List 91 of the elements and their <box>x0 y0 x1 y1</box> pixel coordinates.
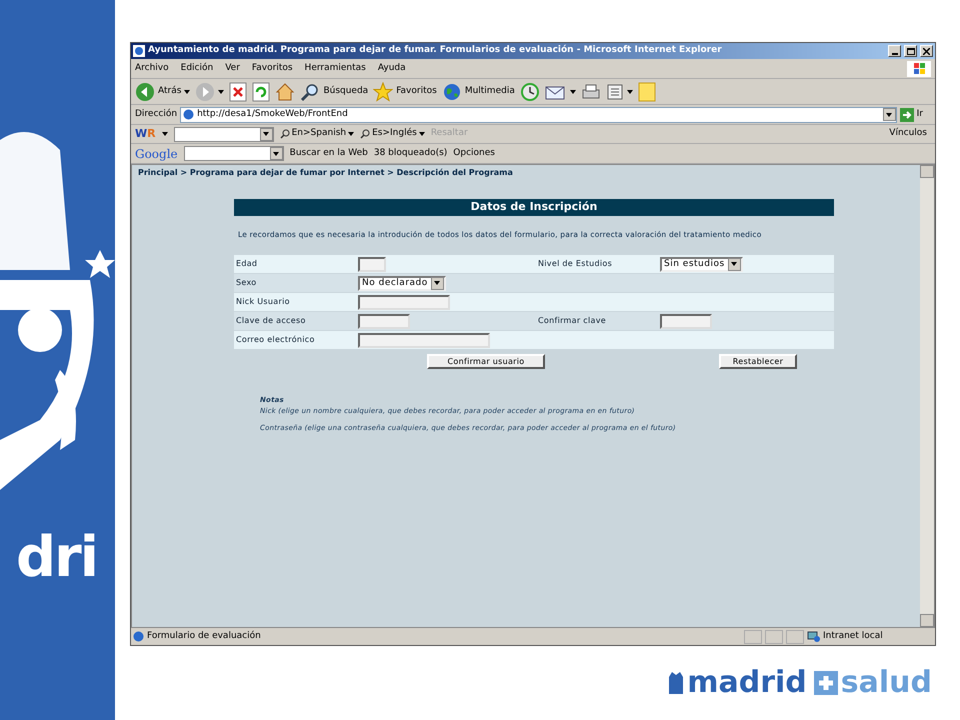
windows-flag-icon <box>907 60 931 76</box>
form-button[interactable]: Confirmar usuario <box>427 354 545 370</box>
caret-icon <box>886 112 892 116</box>
caret-icon <box>434 281 440 286</box>
crest-icon <box>668 671 684 695</box>
options-button[interactable]: Opciones <box>453 146 495 160</box>
caret-icon <box>626 90 633 94</box>
globe-icon[interactable] <box>442 82 462 102</box>
field-label: Sexo <box>235 277 258 290</box>
search-icon[interactable] <box>300 82 320 102</box>
field-label: Correo electrónico <box>235 334 316 346</box>
status-pane <box>786 630 804 644</box>
caret-icon <box>263 132 270 136</box>
select-field[interactable]: Sin estudios <box>660 256 743 272</box>
search-icon <box>280 129 290 139</box>
text-input[interactable] <box>358 332 490 348</box>
dropdown-button[interactable] <box>430 276 444 290</box>
caret-icon <box>273 152 280 156</box>
google-logo[interactable]: Google <box>135 144 178 162</box>
printer-icon[interactable] <box>580 82 601 102</box>
search-icon <box>360 129 370 139</box>
madrid-logo-text: madrid <box>687 668 807 698</box>
translate-button[interactable]: Es>Inglés <box>372 127 417 141</box>
search-field[interactable] <box>174 126 274 142</box>
menu-item[interactable]: Favoritos <box>252 62 293 76</box>
zone-text: Intranet local <box>823 630 884 643</box>
select-field[interactable]: No declarado <box>358 276 446 291</box>
dropdown-button[interactable] <box>882 108 896 121</box>
minimize-button[interactable] <box>888 45 901 57</box>
caret-icon <box>218 90 224 94</box>
status-text: Formulario de evaluación <box>147 630 262 643</box>
cross-icon <box>814 671 838 695</box>
caret-icon <box>348 132 354 136</box>
maximize-button[interactable] <box>904 45 917 57</box>
toolbar-label[interactable]: Favoritos <box>396 84 437 98</box>
form-button[interactable]: Restablecer <box>719 354 797 370</box>
text-input[interactable] <box>358 256 386 272</box>
popup-blocker-button[interactable]: 38 bloqueado(s) <box>374 146 448 160</box>
toolbar-label[interactable]: Búsqueda <box>323 84 368 98</box>
caret-icon <box>418 132 425 136</box>
dropdown-button[interactable] <box>260 128 273 140</box>
links-label[interactable]: Vínculos <box>889 127 931 141</box>
menu-item[interactable]: Archivo <box>135 62 169 76</box>
google-search-field[interactable] <box>184 146 284 161</box>
text-input[interactable] <box>358 294 450 310</box>
address-label: Dirección <box>135 108 178 121</box>
web-search-button[interactable]: Buscar en la Web <box>290 146 368 160</box>
history-icon[interactable] <box>520 82 540 102</box>
menu-item[interactable]: Ver <box>225 62 240 76</box>
translate-button[interactable]: En>Spanish <box>292 127 346 141</box>
menu-item[interactable]: Edición <box>180 62 214 76</box>
document-icon[interactable] <box>606 82 624 102</box>
caret-icon <box>731 262 738 266</box>
status-pane <box>765 630 783 644</box>
dropdown-button[interactable] <box>728 258 741 271</box>
address-field[interactable]: http://desa1/SmokeWeb/FrontEnd <box>180 106 897 122</box>
field-label: Confirmar clave <box>537 315 607 328</box>
field-label: Nick Usuario <box>235 296 291 308</box>
dropdown-button[interactable] <box>270 147 283 160</box>
go-link[interactable]: Ir <box>916 108 931 122</box>
text-input[interactable] <box>660 314 712 329</box>
network-icon <box>807 630 820 642</box>
menu-item[interactable]: Ayuda <box>378 62 406 76</box>
breadcrumb: Principal > Programa para dejar de fumar por Internet > Descripción del Programa <box>138 167 514 179</box>
salud-logo-text: salud <box>840 668 932 698</box>
caret-icon <box>184 90 190 94</box>
caret-icon <box>162 132 168 136</box>
home-icon[interactable] <box>275 82 296 102</box>
field-label: Clave de acceso <box>235 315 307 328</box>
toolbar-label[interactable]: Atrás <box>158 84 182 98</box>
page-icon <box>133 631 144 642</box>
field-label: Nivel de Estudios <box>537 258 614 270</box>
browser-icon <box>133 45 145 57</box>
form-heading: Datos de Inscripción <box>234 199 834 216</box>
scrollbar[interactable] <box>920 165 934 627</box>
menu-item[interactable]: Herramientas <box>304 62 366 76</box>
close-icon <box>923 48 930 54</box>
close-button[interactable] <box>920 45 933 57</box>
page-icon <box>183 109 194 120</box>
window-title: Ayuntamiento de madrid. Programa para dejar de fumar. Formularios de evaluación - Microsoft Internet Explorer <box>148 44 723 58</box>
toolbar-label[interactable]: Multimedia <box>464 84 515 98</box>
logo-text: dri <box>16 530 97 586</box>
field-label: Edad <box>235 258 258 270</box>
go-arrow-icon[interactable] <box>900 108 914 122</box>
status-pane <box>744 630 762 644</box>
wr-logo[interactable]: WR <box>135 126 156 142</box>
refresh-icon[interactable] <box>252 82 270 102</box>
caret-icon <box>570 90 576 94</box>
text-input[interactable] <box>358 314 410 329</box>
star-icon[interactable] <box>373 82 394 102</box>
stop-icon[interactable] <box>229 82 248 102</box>
